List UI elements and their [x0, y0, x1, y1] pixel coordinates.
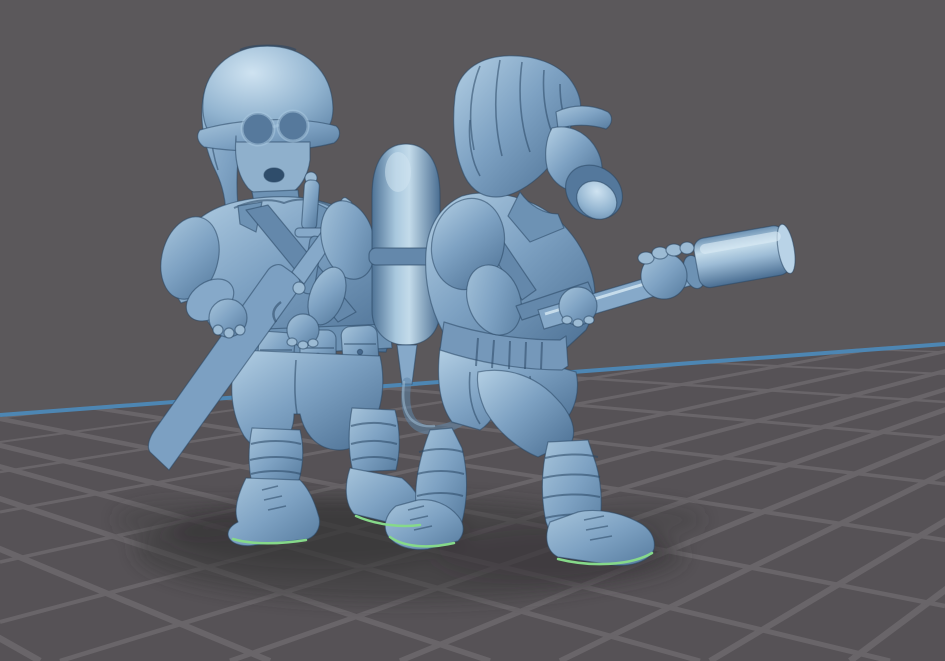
cap-visor [556, 106, 612, 129]
mouth [264, 168, 284, 182]
boot [228, 478, 320, 546]
viewport-3d[interactable] [0, 0, 945, 661]
